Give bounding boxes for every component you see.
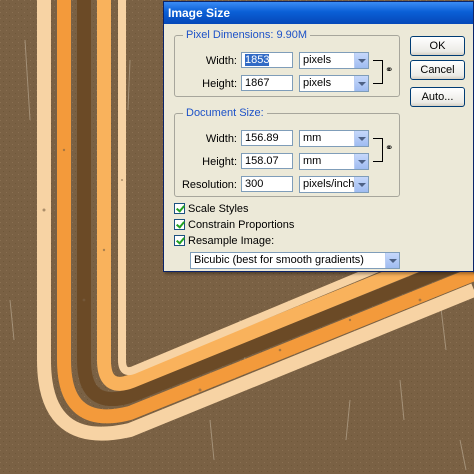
doc-height-input[interactable]: 158.07	[241, 153, 293, 169]
checkmark-icon	[174, 203, 185, 214]
doc-height-label: Height:	[202, 156, 237, 168]
chevron-down-icon	[354, 177, 368, 192]
document-size-legend: Document Size:	[183, 107, 267, 119]
constrain-bracket	[373, 138, 383, 162]
chevron-down-icon	[354, 131, 368, 146]
link-icon: ⚭	[385, 143, 394, 154]
pixel-dimensions-group: Pixel Dimensions: 9.90M Width: 1853 pixe…	[174, 29, 400, 97]
constrain-bracket	[373, 60, 383, 84]
pixel-height-unit-select[interactable]: pixels	[299, 75, 369, 92]
chevron-down-icon	[354, 53, 368, 68]
pixel-width-unit-select[interactable]: pixels	[299, 52, 369, 69]
checkmark-icon	[174, 219, 185, 230]
resolution-unit-select[interactable]: pixels/inch	[299, 176, 369, 193]
doc-width-unit-select[interactable]: mm	[299, 130, 369, 147]
checkmark-icon	[174, 235, 185, 246]
scale-styles-checkbox[interactable]: Scale Styles	[174, 203, 249, 217]
doc-width-input[interactable]: 156.89	[241, 130, 293, 146]
document-size-group: Document Size: Width: 156.89 mm Height: …	[174, 107, 400, 197]
pixel-width-input[interactable]: 1853	[241, 52, 293, 68]
image-size-dialog: Image Size Pixel Dimensions: 9.90M Width…	[163, 1, 474, 272]
link-icon: ⚭	[385, 65, 394, 76]
doc-width-label: Width:	[205, 133, 237, 145]
resample-image-checkbox[interactable]: Resample Image:	[174, 235, 274, 249]
doc-height-unit-select[interactable]: mm	[299, 153, 369, 170]
cancel-button[interactable]: Cancel	[410, 60, 465, 80]
ok-button[interactable]: OK	[410, 36, 465, 56]
constrain-proportions-checkbox[interactable]: Constrain Proportions	[174, 219, 294, 233]
resolution-label: Resolution:	[181, 179, 237, 191]
resolution-input[interactable]: 300	[241, 176, 293, 192]
chevron-down-icon	[385, 253, 399, 268]
pixel-width-label: Width:	[205, 55, 237, 67]
pixel-height-label: Height:	[202, 78, 237, 90]
dialog-title[interactable]: Image Size	[164, 2, 473, 24]
chevron-down-icon	[354, 154, 368, 169]
pixel-height-input[interactable]: 1867	[241, 75, 293, 91]
auto-button[interactable]: Auto...	[410, 87, 465, 107]
chevron-down-icon	[354, 76, 368, 91]
resample-method-select[interactable]: Bicubic (best for smooth gradients)	[190, 252, 400, 269]
pixel-dimensions-legend: Pixel Dimensions: 9.90M	[183, 29, 311, 41]
